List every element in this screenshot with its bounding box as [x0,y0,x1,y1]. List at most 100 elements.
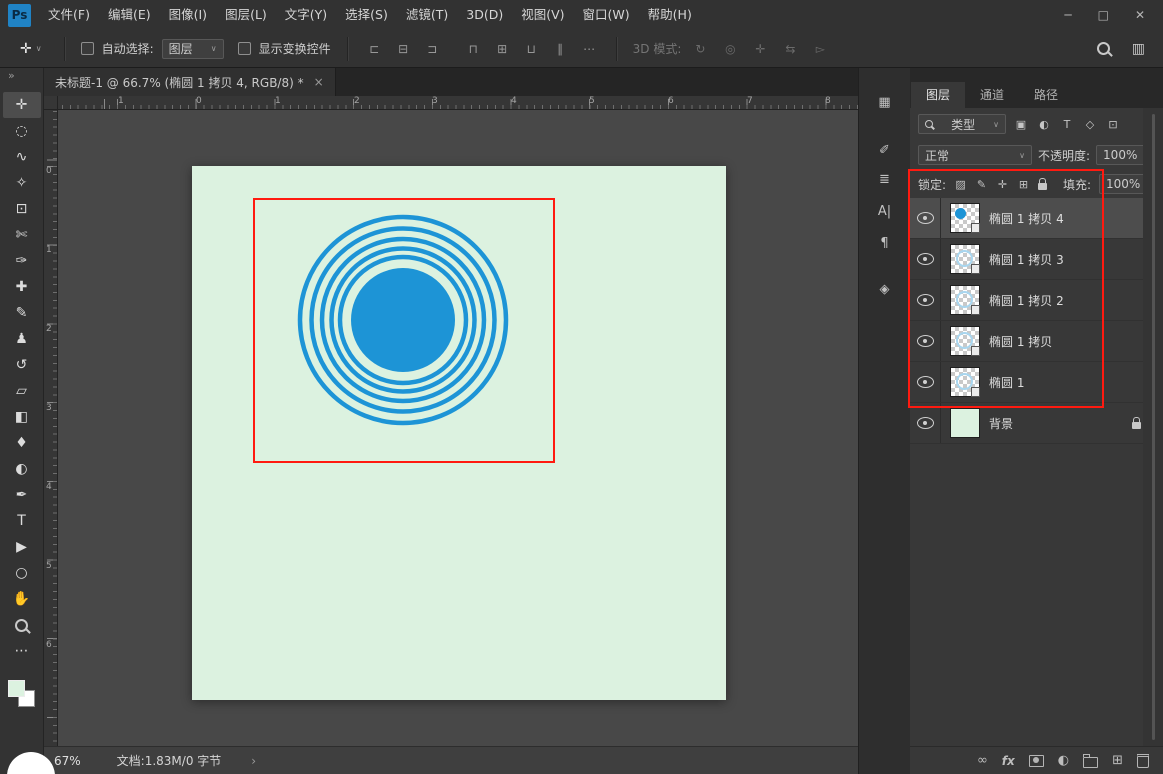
filter-type-dropdown[interactable]: 类型 ∨ [918,114,1006,134]
maximize-button[interactable]: □ [1098,8,1109,22]
layer-thumbnail[interactable] [950,285,980,315]
zoom-tool[interactable] [3,612,41,638]
ruler-origin[interactable] [44,96,58,110]
type-tool[interactable]: T [3,508,41,534]
new-adjustment-layer-icon[interactable]: ◐ [1058,753,1069,768]
layer-row[interactable]: 椭圆 1 拷贝 [910,321,1163,362]
menu-filter[interactable]: 滤镜(T) [397,0,457,30]
layer-row[interactable]: 椭圆 1 [910,362,1163,403]
align-bottom-icon[interactable]: ⊔ [521,42,542,56]
layer-style-icon[interactable]: fx [1002,754,1015,768]
crop-tool[interactable]: ⊡ [3,196,41,222]
auto-select-checkbox[interactable] [81,42,94,55]
clone-stamp-tool[interactable]: ♟ [3,326,41,352]
visibility-toggle[interactable] [910,321,941,361]
layer-row[interactable]: 椭圆 1 拷贝 2 [910,280,1163,321]
filter-pixel-layers-icon[interactable]: ▣ [1013,118,1029,131]
filter-adjustment-layers-icon[interactable]: ◐ [1036,118,1052,131]
gradient-tool[interactable]: ◧ [3,404,41,430]
zoom-level[interactable]: 67% [54,754,81,768]
foreground-color-swatch[interactable] [8,680,25,697]
minimize-button[interactable]: ─ [1064,8,1071,22]
lock-artboard-icon[interactable]: ⊞ [1017,178,1030,191]
eraser-tool[interactable]: ▱ [3,378,41,404]
character-panel-icon[interactable]: A| [859,201,910,221]
tab-channels[interactable]: 通道 [965,82,1019,108]
3d-orbit-icon[interactable]: ↻ [689,42,711,56]
filter-smart-objects-icon[interactable]: ⊡ [1105,118,1121,131]
blend-mode-dropdown[interactable]: 正常 ∨ [918,145,1032,165]
document-canvas[interactable] [192,166,726,700]
eyedropper-tool[interactable]: ✑ [3,248,41,274]
layer-row-background[interactable]: 背景 [910,403,1163,444]
dodge-tool[interactable]: ◐ [3,456,41,482]
spot-healing-brush-tool[interactable]: ✚ [3,274,41,300]
panel-scrollbar[interactable] [1152,114,1155,740]
delete-layer-icon[interactable] [1137,754,1149,768]
paragraph-panel-icon[interactable]: ¶ [859,233,910,253]
new-layer-icon[interactable]: ⊞ [1112,753,1123,768]
brush-tool[interactable]: ✎ [3,300,41,326]
new-group-icon[interactable] [1083,757,1098,768]
elliptical-marquee-tool[interactable]: ◌ [3,118,41,144]
move-tool[interactable]: ✛ [3,92,41,118]
canvas-viewport[interactable] [58,110,858,746]
close-tab-icon[interactable]: × [314,75,324,89]
menu-3d[interactable]: 3D(D) [457,0,512,30]
vertical-ruler[interactable]: 0 1 2 3 4 5 6 [44,110,58,746]
photoshop-logo[interactable]: Ps [8,4,31,27]
lock-image-pixels-icon[interactable]: ✎ [975,178,988,191]
swatches-panel-icon[interactable]: ▦ [859,92,910,112]
menu-help[interactable]: 帮助(H) [639,0,701,30]
blur-tool[interactable]: ♦ [3,430,41,456]
layer-thumbnail[interactable] [950,408,980,438]
layer-thumbnail[interactable] [950,244,980,274]
workspace-switcher-icon[interactable]: ▥ [1132,41,1145,57]
filter-type-layers-icon[interactable]: T [1059,118,1075,131]
clone-source-panel-icon[interactable]: ≣ [859,169,910,189]
add-layer-mask-icon[interactable] [1029,755,1044,767]
layer-row[interactable]: 椭圆 1 拷贝 4 [910,198,1163,239]
align-left-icon[interactable]: ⊏ [364,42,385,56]
3d-camera-icon[interactable]: ▻ [809,42,831,56]
menu-layer[interactable]: 图层(L) [216,0,276,30]
3d-slide-icon[interactable]: ⇆ [779,42,801,56]
align-center-vertical-icon[interactable]: ⊞ [492,42,513,56]
lock-all-icon[interactable] [1038,183,1047,190]
brush-settings-panel-icon[interactable]: ✐ [859,140,910,160]
auto-select-target-dropdown[interactable]: 图层 ∨ [162,39,224,59]
menu-window[interactable]: 窗口(W) [574,0,639,30]
path-selection-tool[interactable]: ▶ [3,534,41,560]
hand-tool[interactable]: ✋ [3,586,41,612]
menu-edit[interactable]: 编辑(E) [99,0,160,30]
link-layers-icon[interactable]: ∞ [977,753,988,768]
quick-selection-tool[interactable]: ✧ [3,170,41,196]
tab-layers[interactable]: 图层 [911,82,965,108]
layer-thumbnail[interactable] [950,326,980,356]
menu-file[interactable]: 文件(F) [39,0,99,30]
visibility-toggle[interactable] [910,198,941,238]
menu-view[interactable]: 视图(V) [512,0,573,30]
visibility-toggle[interactable] [910,362,941,402]
filter-shape-layers-icon[interactable]: ◇ [1082,118,1098,131]
distribute-icon[interactable]: ∥ [550,42,571,56]
more-align-options-icon[interactable]: ⋯ [579,42,600,56]
visibility-toggle[interactable] [910,239,941,279]
align-right-icon[interactable]: ⊐ [422,42,443,56]
lasso-tool[interactable]: ∿ [3,144,41,170]
ellipse-tool[interactable]: ○ [3,560,41,586]
visibility-toggle[interactable] [910,280,941,320]
align-top-icon[interactable]: ⊓ [463,42,484,56]
menu-type[interactable]: 文字(Y) [276,0,336,30]
tab-paths[interactable]: 路径 [1019,82,1073,108]
3d-roll-icon[interactable]: ◎ [719,42,741,56]
current-tool-button[interactable]: ✛ ∨ [14,38,48,60]
layer-thumbnail[interactable] [950,203,980,233]
pen-tool[interactable]: ✒ [3,482,41,508]
3d-pan-icon[interactable]: ✛ [749,42,771,56]
search-icon[interactable] [1097,42,1110,55]
lock-transparent-pixels-icon[interactable]: ▨ [954,178,967,191]
lock-position-icon[interactable]: ✛ [996,178,1009,191]
menu-select[interactable]: 选择(S) [336,0,397,30]
edit-toolbar-button[interactable]: ⋯ [3,638,41,664]
